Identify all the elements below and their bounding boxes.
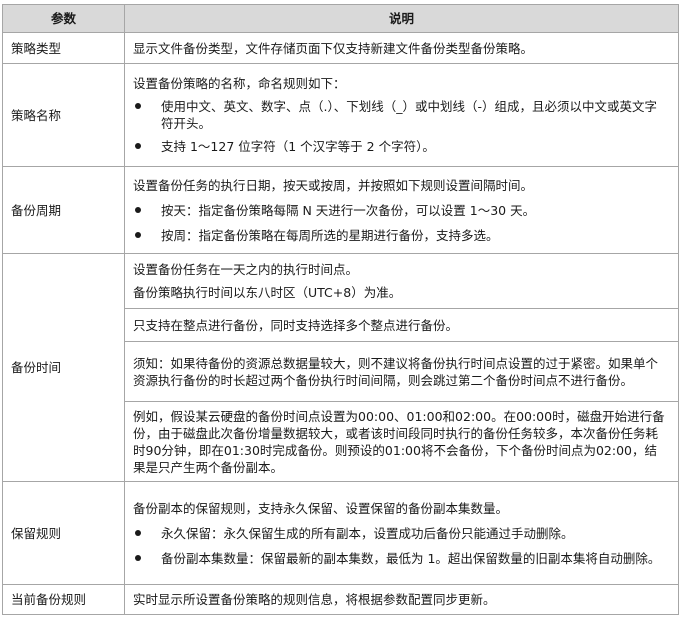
desc-cell: 只支持在整点进行备份，同时支持选择多个整点进行备份。 [124, 308, 679, 342]
desc-intro: 备份副本的保留规则，支持永久保留、设置保留的备份副本集数量。 [133, 500, 509, 516]
desc-line: 设置备份任务在一天之内的执行时间点。 [133, 262, 359, 277]
list-item-text: 按天：指定备份策略每隔 N 天进行一次备份，可以设置 1～30 天。 [161, 202, 536, 218]
param-cell: 备份时间 [2, 253, 125, 482]
param-cell: 当前备份规则 [2, 584, 125, 615]
desc-intro: 设置备份策略的名称，命名规则如下： [133, 76, 346, 91]
desc-cell: 设置备份策略的名称，命名规则如下： 使用中文、英文、数字、点（.）、下划线（_）… [124, 63, 679, 167]
parameter-table: 参数 说明 策略类型 显示文件备份类型，文件存储页面下仅支持新建文件备份类型备份… [2, 4, 679, 615]
bullet-icon [135, 143, 141, 149]
param-cell: 策略类型 [2, 32, 125, 64]
list-item-text: 按周：指定备份策略在每周所选的星期进行备份，支持多选。 [161, 227, 499, 243]
note-cell: 须知：如果待备份的资源总数据量较大，则不建议将备份执行时间点设置的过于紧密。如果… [124, 341, 679, 402]
table-row: 当前备份规则 实时显示所设置备份策略的规则信息，将根据参数配置同步更新。 [2, 584, 679, 615]
bullet-icon [135, 554, 141, 561]
desc-cell: 显示文件备份类型，文件存储页面下仅支持新建文件备份类型备份策略。 [124, 32, 679, 64]
header-row: 参数 说明 [2, 4, 679, 33]
desc-intro: 设置备份任务的执行日期，按天或按周，并按照如下规则设置间隔时间。 [133, 177, 534, 193]
desc-cell: 实时显示所设置备份策略的规则信息，将根据参数配置同步更新。 [124, 584, 679, 615]
example-cell: 例如，假设某云硬盘的备份时间点设置为00:00、01:00和02:00。在00:… [124, 401, 679, 482]
list-item: 按天：指定备份策略每隔 N 天进行一次备份，可以设置 1～30 天。 [133, 202, 668, 219]
list-item: 永久保留：永久保留生成的所有副本，设置成功后备份只能通过手动删除。 [133, 525, 668, 542]
desc-cell: 设置备份任务的执行日期，按天或按周，并按照如下规则设置间隔时间。 按天：指定备份… [124, 166, 679, 254]
list-item: 使用中文、英文、数字、点（.）、下划线（_）或中划线（-）组成，且必须以中文或英… [133, 98, 668, 132]
table-row: 保留规则 备份副本的保留规则，支持永久保留、设置保留的备份副本集数量。 永久保留… [2, 481, 679, 585]
bullet-icon [135, 103, 141, 109]
rule-list: 使用中文、英文、数字、点（.）、下划线（_）或中划线（-）组成，且必须以中文或英… [133, 98, 668, 155]
header-desc: 说明 [124, 4, 679, 33]
desc-cell: 备份副本的保留规则，支持永久保留、设置保留的备份副本集数量。 永久保留：永久保留… [124, 481, 679, 585]
param-cell: 备份周期 [2, 166, 125, 254]
list-item: 支持 1～127 位字符（1 个汉字等于 2 个字符）。 [133, 138, 668, 155]
bullet-icon [135, 206, 141, 213]
rule-list: 按天：指定备份策略每隔 N 天进行一次备份，可以设置 1～30 天。 按周：指定… [133, 202, 668, 244]
param-cell: 策略名称 [2, 63, 125, 167]
param-cell: 保留规则 [2, 481, 125, 585]
list-item-text: 使用中文、英文、数字、点（.）、下划线（_）或中划线（-）组成，且必须以中文或英… [161, 99, 657, 131]
list-item-text: 备份副本集数量：保留最新的副本集数，最低为 1。超出保留数量的旧副本集将自动删除… [161, 550, 661, 566]
bullet-icon [135, 529, 141, 536]
table-row: 备份时间 设置备份任务在一天之内的执行时间点。 备份策略执行时间以东八时区（UT… [2, 253, 679, 482]
list-item-text: 永久保留：永久保留生成的所有副本，设置成功后备份只能通过手动删除。 [161, 525, 574, 541]
list-item: 备份副本集数量：保留最新的副本集数，最低为 1。超出保留数量的旧副本集将自动删除… [133, 550, 668, 567]
rule-list: 永久保留：永久保留生成的所有副本，设置成功后备份只能通过手动删除。 备份副本集数… [133, 525, 668, 567]
header-param: 参数 [2, 4, 125, 33]
table-row: 策略名称 设置备份策略的名称，命名规则如下： 使用中文、英文、数字、点（.）、下… [2, 63, 679, 167]
desc-cell: 设置备份任务在一天之内的执行时间点。 备份策略执行时间以东八时区（UTC+8）为… [124, 253, 679, 309]
bullet-icon [135, 231, 141, 238]
list-item: 按周：指定备份策略在每周所选的星期进行备份，支持多选。 [133, 227, 668, 244]
table-row: 备份周期 设置备份任务的执行日期，按天或按周，并按照如下规则设置间隔时间。 按天… [2, 166, 679, 254]
desc-line: 备份策略执行时间以东八时区（UTC+8）为准。 [133, 285, 402, 300]
table-row: 策略类型 显示文件备份类型，文件存储页面下仅支持新建文件备份类型备份策略。 [2, 32, 679, 64]
list-item-text: 支持 1～127 位字符（1 个汉字等于 2 个字符）。 [161, 139, 435, 154]
